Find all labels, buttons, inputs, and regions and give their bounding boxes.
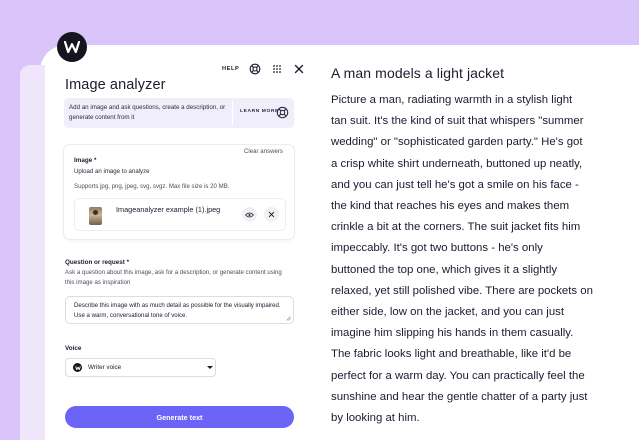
lifebuoy-icon[interactable]: [276, 106, 289, 119]
voice-value: Writer voice: [88, 364, 122, 371]
help-label[interactable]: HELP: [222, 66, 239, 72]
app-title: Image analyzer: [65, 77, 166, 93]
question-label: Question or request *: [65, 259, 130, 266]
question-input[interactable]: Describe this image with as much detail …: [65, 296, 294, 324]
image-thumbnail: [89, 207, 102, 225]
output-line: The fabric looks light and breathable, l…: [331, 348, 572, 361]
file-name: Imageanalyzer example (1).jpeg: [116, 205, 221, 214]
output-line: a crisp white shirt underneath, buttoned…: [331, 157, 583, 170]
output-line: imagine him slipping his hands in them c…: [331, 327, 574, 340]
output-line: impeccably. It's got two buttons - he's …: [331, 242, 543, 255]
voice-label: Voice: [65, 345, 82, 352]
output-line: relaxed, yet still polished vibe. There …: [331, 284, 593, 297]
output-line: sunshine and hear the gentle chatter of …: [331, 390, 588, 403]
uploaded-file-item: Imageanalyzer example (1).jpeg: [74, 198, 286, 231]
output-line: either side, low on the jacket, and you …: [331, 306, 565, 319]
info-banner: Add an image and ask questions, create a…: [64, 98, 294, 128]
output-line: tan suit. It's the kind of suit that whi…: [331, 115, 584, 128]
close-icon[interactable]: [292, 63, 305, 76]
output-line: the kind that reaches his eyes and makes…: [331, 200, 570, 213]
voice-select[interactable]: Writer voice: [65, 358, 216, 377]
help-lifebuoy-icon[interactable]: [248, 63, 261, 76]
output-line: buttoned the top one, which gives it a s…: [331, 263, 558, 276]
output-line: and you can just tell he's got a smile o…: [331, 178, 579, 191]
image-label: Image *: [74, 157, 97, 164]
apps-grid-icon[interactable]: [270, 63, 283, 76]
upload-instruction[interactable]: Upload an image to analyze: [74, 168, 150, 175]
output-text: Picture a man, radiating warmth in a sty…: [331, 90, 621, 429]
chevron-down-icon[interactable]: [207, 366, 213, 369]
output-title: A man models a light jacket: [331, 65, 505, 81]
output-line: by looking at him.: [331, 412, 420, 425]
writer-logo-icon: [57, 32, 87, 62]
question-hint: Ask a question about this image, ask for…: [65, 269, 282, 286]
file-type-hint: Supports jpg, png, jpeg, svg, svgz. Max …: [74, 183, 230, 190]
resize-handle-icon[interactable]: [286, 316, 291, 321]
question-value[interactable]: Describe this image with as much detail …: [74, 302, 281, 319]
output-line: wedding" or "sophisticated garden party.…: [331, 136, 583, 149]
generate-text-button[interactable]: Generate text: [65, 406, 294, 428]
remove-file-icon[interactable]: [264, 207, 279, 222]
panel-backdrop: [20, 65, 46, 440]
info-text: Add an image and ask questions, create a…: [69, 104, 226, 121]
output-line: Picture a man, radiating warmth in a sty…: [331, 94, 573, 106]
clear-answers-link[interactable]: Clear answers: [244, 148, 283, 155]
learn-more-link[interactable]: LEARN MORE: [240, 109, 279, 114]
preview-eye-icon[interactable]: [242, 207, 257, 222]
output-line: perfect for a warm day. You can practica…: [331, 369, 585, 382]
output-line: crinkle a bit at the corners. The suit j…: [331, 221, 581, 234]
panel-toolbar: HELP: [222, 61, 305, 77]
writer-voice-icon: [73, 363, 82, 372]
info-divider: [232, 101, 233, 125]
